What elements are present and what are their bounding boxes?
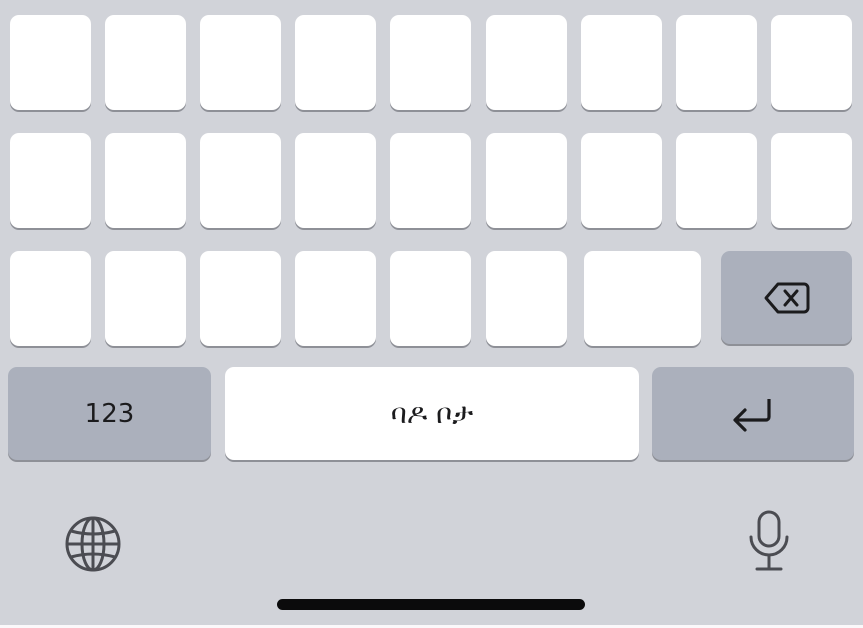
letter-key[interactable] xyxy=(771,133,852,228)
microphone-button[interactable] xyxy=(743,508,795,574)
letter-key[interactable] xyxy=(200,251,281,346)
letter-key[interactable] xyxy=(10,251,91,346)
letter-key[interactable] xyxy=(10,133,91,228)
letter-key[interactable] xyxy=(584,251,701,346)
letter-key[interactable] xyxy=(676,15,757,110)
letter-key[interactable] xyxy=(200,15,281,110)
home-indicator[interactable] xyxy=(277,599,585,610)
letter-key[interactable] xyxy=(390,15,471,110)
space-key[interactable]: ባዶ ቦታ xyxy=(225,367,639,460)
letter-key[interactable] xyxy=(486,251,567,346)
backspace-key[interactable] xyxy=(721,251,852,344)
space-key-label: ባዶ ቦታ xyxy=(390,396,474,430)
letter-key[interactable] xyxy=(105,15,186,110)
return-icon xyxy=(733,398,771,432)
letter-key[interactable] xyxy=(200,133,281,228)
backspace-icon xyxy=(764,282,809,313)
letter-key[interactable] xyxy=(486,15,567,110)
letter-key[interactable] xyxy=(295,251,376,346)
numbers-key-label: 123 xyxy=(84,398,135,429)
letter-key[interactable] xyxy=(295,15,376,110)
return-key[interactable] xyxy=(652,367,854,460)
letter-key[interactable] xyxy=(581,15,662,110)
letter-key[interactable] xyxy=(105,251,186,346)
letter-key[interactable] xyxy=(390,251,471,346)
keyboard: 123 ባዶ ቦታ xyxy=(0,0,863,628)
letter-key[interactable] xyxy=(581,133,662,228)
globe-icon xyxy=(65,516,121,572)
microphone-icon xyxy=(749,510,789,571)
letter-key[interactable] xyxy=(390,133,471,228)
letter-key[interactable] xyxy=(676,133,757,228)
letter-key[interactable] xyxy=(10,15,91,110)
letter-key[interactable] xyxy=(295,133,376,228)
letter-key[interactable] xyxy=(486,133,567,228)
letter-key[interactable] xyxy=(105,133,186,228)
numbers-key[interactable]: 123 xyxy=(8,367,211,460)
globe-button[interactable] xyxy=(63,514,123,574)
letter-key[interactable] xyxy=(771,15,852,110)
